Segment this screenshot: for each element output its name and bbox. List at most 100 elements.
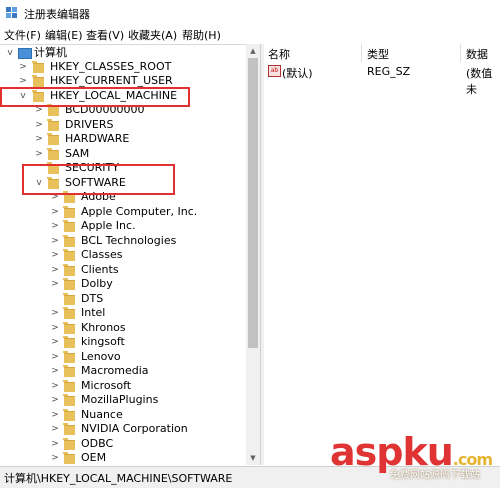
values-list[interactable]: 名称 类型 数据 ab (默认) REG_SZ (数值未 [264, 44, 500, 465]
folder-icon [47, 119, 59, 131]
expand-icon[interactable]: > [50, 249, 60, 261]
scroll-thumb[interactable] [248, 58, 258, 348]
folder-icon [63, 351, 75, 363]
expand-icon[interactable]: > [50, 206, 60, 218]
folder-icon [63, 452, 75, 464]
expand-icon[interactable]: > [50, 409, 60, 421]
tree-node[interactable]: > ODBC [0, 437, 246, 451]
status-path: 计算机\HKEY_LOCAL_MACHINE\SOFTWARE [4, 472, 233, 485]
tree-node[interactable]: > OEM [0, 451, 246, 465]
tree-node[interactable]: DTS [0, 292, 246, 306]
tree-node[interactable]: > Macromedia [0, 364, 246, 378]
expand-icon[interactable]: > [50, 452, 60, 464]
column-header-name[interactable]: 名称 [268, 46, 290, 62]
tree-label: HKEY_CLASSES_ROOT [50, 60, 172, 73]
menu-help[interactable]: 帮助(H) [182, 27, 221, 43]
folder-icon [63, 264, 75, 276]
column-header-type[interactable]: 类型 [367, 46, 389, 62]
title-bar: 注册表编辑器 [0, 0, 500, 26]
tree-node-computer[interactable]: v 计算机 [0, 46, 246, 60]
tree-node[interactable]: > Apple Computer, Inc. [0, 205, 246, 219]
tree-label: Microsoft [81, 379, 132, 392]
tree-node[interactable]: > Dolby [0, 277, 246, 291]
column-header-data[interactable]: 数据 [466, 46, 488, 62]
collapse-icon[interactable]: v [5, 47, 15, 59]
expand-icon[interactable]: > [50, 336, 60, 348]
folder-icon [32, 61, 44, 73]
folder-icon [32, 75, 44, 87]
expand-icon[interactable]: > [34, 148, 44, 160]
expand-icon[interactable]: > [50, 380, 60, 392]
tree-label: MozillaPlugins [81, 393, 159, 406]
tree-node[interactable]: > HKEY_CURRENT_USER [0, 74, 246, 88]
folder-icon [63, 365, 75, 377]
expand-icon[interactable]: > [50, 423, 60, 435]
folder-icon [63, 322, 75, 334]
folder-icon [47, 148, 59, 160]
string-value-icon: ab [268, 65, 281, 77]
tree-label: Khronos [81, 321, 126, 334]
menu-file[interactable]: 文件(F) [4, 27, 41, 43]
tree-label: Clients [81, 263, 119, 276]
window-title: 注册表编辑器 [24, 8, 90, 21]
tree-node[interactable]: > DRIVERS [0, 118, 246, 132]
expand-icon[interactable]: > [50, 438, 60, 450]
scroll-down-icon[interactable]: ▼ [246, 451, 260, 465]
tree-label: BCL Technologies [81, 234, 177, 247]
expand-icon[interactable]: > [18, 61, 28, 73]
expand-icon[interactable]: > [50, 365, 60, 377]
expand-icon[interactable]: > [50, 220, 60, 232]
value-name: (默认) [282, 67, 313, 80]
tree-label: DRIVERS [65, 118, 114, 131]
tree-node[interactable]: > NVIDIA Corporation [0, 422, 246, 436]
menu-view[interactable]: 查看(V) [86, 27, 124, 43]
tree-node[interactable]: > Apple Inc. [0, 219, 246, 233]
expand-icon[interactable]: > [50, 322, 60, 334]
expand-icon[interactable]: > [50, 264, 60, 276]
expand-icon[interactable]: > [18, 75, 28, 87]
tree-label: DTS [81, 292, 104, 305]
tree-node[interactable]: > Clients [0, 263, 246, 277]
tree-node[interactable]: > MozillaPlugins [0, 393, 246, 407]
menu-edit[interactable]: 编辑(E) [45, 27, 83, 43]
tree-label: HARDWARE [65, 132, 130, 145]
expand-icon[interactable]: > [34, 119, 44, 131]
tree-label: HKEY_CURRENT_USER [50, 74, 173, 87]
tree-node[interactable]: > BCL Technologies [0, 234, 246, 248]
tree-node[interactable]: > Nuance [0, 408, 246, 422]
expand-icon[interactable]: > [50, 351, 60, 363]
folder-icon [63, 235, 75, 247]
computer-icon [18, 48, 32, 59]
tree-node[interactable]: > SAM [0, 147, 246, 161]
folder-icon [47, 133, 59, 145]
tree-label: Lenovo [81, 350, 121, 363]
tree-scrollbar[interactable]: ▲ ▼ [246, 44, 260, 465]
tree-label: Dolby [81, 277, 113, 290]
folder-icon [63, 409, 75, 421]
tree-node[interactable]: > HARDWARE [0, 132, 246, 146]
tree-label: Apple Inc. [81, 219, 136, 232]
tree-label: Macromedia [81, 364, 149, 377]
tree-label: NVIDIA Corporation [81, 422, 188, 435]
expand-icon[interactable]: > [34, 133, 44, 145]
tree-node[interactable]: > Intel [0, 306, 246, 320]
expand-icon[interactable]: > [50, 278, 60, 290]
watermark-subtitle: 免费网站源码下载站 [390, 470, 480, 481]
tree-node[interactable]: > Lenovo [0, 350, 246, 364]
scroll-up-icon[interactable]: ▲ [246, 44, 260, 58]
registry-editor-icon [6, 7, 17, 18]
folder-icon [63, 220, 75, 232]
tree-node[interactable]: > Khronos [0, 321, 246, 335]
column-divider[interactable] [460, 44, 461, 62]
expand-icon[interactable]: > [50, 394, 60, 406]
tree-label: SAM [65, 147, 90, 160]
tree-node[interactable]: > kingsoft [0, 335, 246, 349]
expand-icon[interactable]: > [50, 307, 60, 319]
tree-node[interactable]: > Microsoft [0, 379, 246, 393]
tree-node[interactable]: > Classes [0, 248, 246, 262]
tree-node[interactable]: > HKEY_CLASSES_ROOT [0, 60, 246, 74]
column-divider[interactable] [361, 44, 362, 62]
registry-tree[interactable]: v 计算机 > HKEY_CLASSES_ROOT > HKEY_CURRENT… [0, 44, 246, 466]
menu-favorites[interactable]: 收藏夹(A) [128, 27, 177, 43]
expand-icon[interactable]: > [50, 235, 60, 247]
